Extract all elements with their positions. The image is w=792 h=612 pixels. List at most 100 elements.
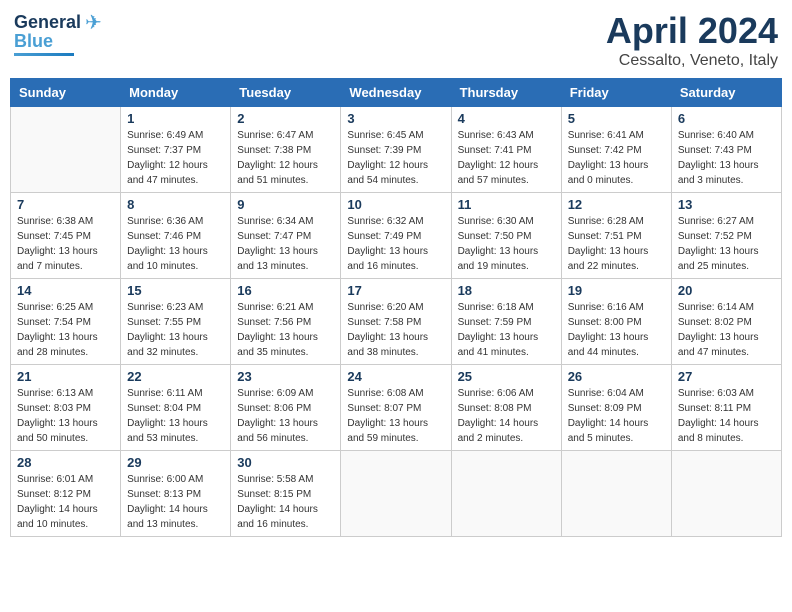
day-info: Sunrise: 6:18 AMSunset: 7:59 PMDaylight:…: [458, 300, 555, 360]
day-number: 29: [127, 455, 224, 470]
day-number: 13: [678, 197, 775, 212]
header: General ✈ Blue April 2024 Cessalto, Vene…: [10, 10, 782, 70]
subtitle: Cessalto, Veneto, Italy: [606, 52, 778, 70]
day-number: 7: [17, 197, 114, 212]
table-row: 22 Sunrise: 6:11 AMSunset: 8:04 PMDaylig…: [121, 365, 231, 451]
table-row: 4 Sunrise: 6:43 AMSunset: 7:41 PMDayligh…: [451, 107, 561, 193]
day-info: Sunrise: 6:32 AMSunset: 7:49 PMDaylight:…: [347, 214, 444, 274]
day-info: Sunrise: 6:49 AMSunset: 7:37 PMDaylight:…: [127, 128, 224, 188]
day-info: Sunrise: 6:34 AMSunset: 7:47 PMDaylight:…: [237, 214, 334, 274]
day-number: 2: [237, 111, 334, 126]
table-row: 25 Sunrise: 6:06 AMSunset: 8:08 PMDaylig…: [451, 365, 561, 451]
day-info: Sunrise: 6:09 AMSunset: 8:06 PMDaylight:…: [237, 386, 334, 446]
table-row: 7 Sunrise: 6:38 AMSunset: 7:45 PMDayligh…: [11, 193, 121, 279]
day-number: 8: [127, 197, 224, 212]
day-info: Sunrise: 6:36 AMSunset: 7:46 PMDaylight:…: [127, 214, 224, 274]
table-row: 23 Sunrise: 6:09 AMSunset: 8:06 PMDaylig…: [231, 365, 341, 451]
table-row: 28 Sunrise: 6:01 AMSunset: 8:12 PMDaylig…: [11, 451, 121, 537]
day-number: 22: [127, 369, 224, 384]
table-row: 26 Sunrise: 6:04 AMSunset: 8:09 PMDaylig…: [561, 365, 671, 451]
calendar-week-row: 7 Sunrise: 6:38 AMSunset: 7:45 PMDayligh…: [11, 193, 782, 279]
table-row: 24 Sunrise: 6:08 AMSunset: 8:07 PMDaylig…: [341, 365, 451, 451]
day-number: 17: [347, 283, 444, 298]
table-row: 3 Sunrise: 6:45 AMSunset: 7:39 PMDayligh…: [341, 107, 451, 193]
header-thursday: Thursday: [451, 79, 561, 107]
calendar-week-row: 14 Sunrise: 6:25 AMSunset: 7:54 PMDaylig…: [11, 279, 782, 365]
day-info: Sunrise: 6:47 AMSunset: 7:38 PMDaylight:…: [237, 128, 334, 188]
day-info: Sunrise: 6:16 AMSunset: 8:00 PMDaylight:…: [568, 300, 665, 360]
day-number: 11: [458, 197, 555, 212]
day-info: Sunrise: 6:28 AMSunset: 7:51 PMDaylight:…: [568, 214, 665, 274]
day-info: Sunrise: 6:21 AMSunset: 7:56 PMDaylight:…: [237, 300, 334, 360]
day-info: Sunrise: 6:00 AMSunset: 8:13 PMDaylight:…: [127, 472, 224, 532]
day-number: 6: [678, 111, 775, 126]
day-number: 15: [127, 283, 224, 298]
day-info: Sunrise: 6:45 AMSunset: 7:39 PMDaylight:…: [347, 128, 444, 188]
table-row: 21 Sunrise: 6:13 AMSunset: 8:03 PMDaylig…: [11, 365, 121, 451]
day-info: Sunrise: 6:38 AMSunset: 7:45 PMDaylight:…: [17, 214, 114, 274]
table-row: [451, 451, 561, 537]
table-row: 30 Sunrise: 5:58 AMSunset: 8:15 PMDaylig…: [231, 451, 341, 537]
table-row: 5 Sunrise: 6:41 AMSunset: 7:42 PMDayligh…: [561, 107, 671, 193]
logo-blue: Blue: [14, 31, 53, 52]
table-row: 9 Sunrise: 6:34 AMSunset: 7:47 PMDayligh…: [231, 193, 341, 279]
day-number: 27: [678, 369, 775, 384]
day-info: Sunrise: 6:40 AMSunset: 7:43 PMDaylight:…: [678, 128, 775, 188]
day-info: Sunrise: 6:30 AMSunset: 7:50 PMDaylight:…: [458, 214, 555, 274]
day-info: Sunrise: 6:20 AMSunset: 7:58 PMDaylight:…: [347, 300, 444, 360]
table-row: 6 Sunrise: 6:40 AMSunset: 7:43 PMDayligh…: [671, 107, 781, 193]
header-sunday: Sunday: [11, 79, 121, 107]
day-number: 21: [17, 369, 114, 384]
calendar-header-row: Sunday Monday Tuesday Wednesday Thursday…: [11, 79, 782, 107]
table-row: 16 Sunrise: 6:21 AMSunset: 7:56 PMDaylig…: [231, 279, 341, 365]
table-row: [561, 451, 671, 537]
day-number: 5: [568, 111, 665, 126]
day-info: Sunrise: 6:03 AMSunset: 8:11 PMDaylight:…: [678, 386, 775, 446]
day-number: 25: [458, 369, 555, 384]
day-info: Sunrise: 6:11 AMSunset: 8:04 PMDaylight:…: [127, 386, 224, 446]
day-info: Sunrise: 6:01 AMSunset: 8:12 PMDaylight:…: [17, 472, 114, 532]
table-row: 19 Sunrise: 6:16 AMSunset: 8:00 PMDaylig…: [561, 279, 671, 365]
day-number: 10: [347, 197, 444, 212]
page-container: General ✈ Blue April 2024 Cessalto, Vene…: [10, 10, 782, 537]
day-info: Sunrise: 6:27 AMSunset: 7:52 PMDaylight:…: [678, 214, 775, 274]
table-row: 1 Sunrise: 6:49 AMSunset: 7:37 PMDayligh…: [121, 107, 231, 193]
day-info: Sunrise: 6:14 AMSunset: 8:02 PMDaylight:…: [678, 300, 775, 360]
table-row: 17 Sunrise: 6:20 AMSunset: 7:58 PMDaylig…: [341, 279, 451, 365]
header-saturday: Saturday: [671, 79, 781, 107]
day-info: Sunrise: 6:08 AMSunset: 8:07 PMDaylight:…: [347, 386, 444, 446]
logo-bird-icon: ✈: [85, 10, 102, 35]
table-row: 11 Sunrise: 6:30 AMSunset: 7:50 PMDaylig…: [451, 193, 561, 279]
table-row: 20 Sunrise: 6:14 AMSunset: 8:02 PMDaylig…: [671, 279, 781, 365]
day-number: 16: [237, 283, 334, 298]
table-row: 13 Sunrise: 6:27 AMSunset: 7:52 PMDaylig…: [671, 193, 781, 279]
day-number: 4: [458, 111, 555, 126]
day-number: 20: [678, 283, 775, 298]
day-number: 14: [17, 283, 114, 298]
day-number: 19: [568, 283, 665, 298]
logo-text: General: [14, 13, 81, 33]
day-number: 24: [347, 369, 444, 384]
table-row: 14 Sunrise: 6:25 AMSunset: 7:54 PMDaylig…: [11, 279, 121, 365]
day-info: Sunrise: 6:06 AMSunset: 8:08 PMDaylight:…: [458, 386, 555, 446]
table-row: 12 Sunrise: 6:28 AMSunset: 7:51 PMDaylig…: [561, 193, 671, 279]
table-row: 15 Sunrise: 6:23 AMSunset: 7:55 PMDaylig…: [121, 279, 231, 365]
header-friday: Friday: [561, 79, 671, 107]
day-number: 26: [568, 369, 665, 384]
day-info: Sunrise: 6:23 AMSunset: 7:55 PMDaylight:…: [127, 300, 224, 360]
day-number: 23: [237, 369, 334, 384]
header-tuesday: Tuesday: [231, 79, 341, 107]
calendar: Sunday Monday Tuesday Wednesday Thursday…: [10, 78, 782, 537]
day-info: Sunrise: 5:58 AMSunset: 8:15 PMDaylight:…: [237, 472, 334, 532]
table-row: 18 Sunrise: 6:18 AMSunset: 7:59 PMDaylig…: [451, 279, 561, 365]
day-number: 12: [568, 197, 665, 212]
title-section: April 2024 Cessalto, Veneto, Italy: [606, 10, 778, 70]
table-row: 2 Sunrise: 6:47 AMSunset: 7:38 PMDayligh…: [231, 107, 341, 193]
main-title: April 2024: [606, 10, 778, 52]
table-row: [671, 451, 781, 537]
logo-underline: [14, 53, 74, 56]
day-number: 9: [237, 197, 334, 212]
day-number: 28: [17, 455, 114, 470]
day-number: 30: [237, 455, 334, 470]
day-info: Sunrise: 6:13 AMSunset: 8:03 PMDaylight:…: [17, 386, 114, 446]
